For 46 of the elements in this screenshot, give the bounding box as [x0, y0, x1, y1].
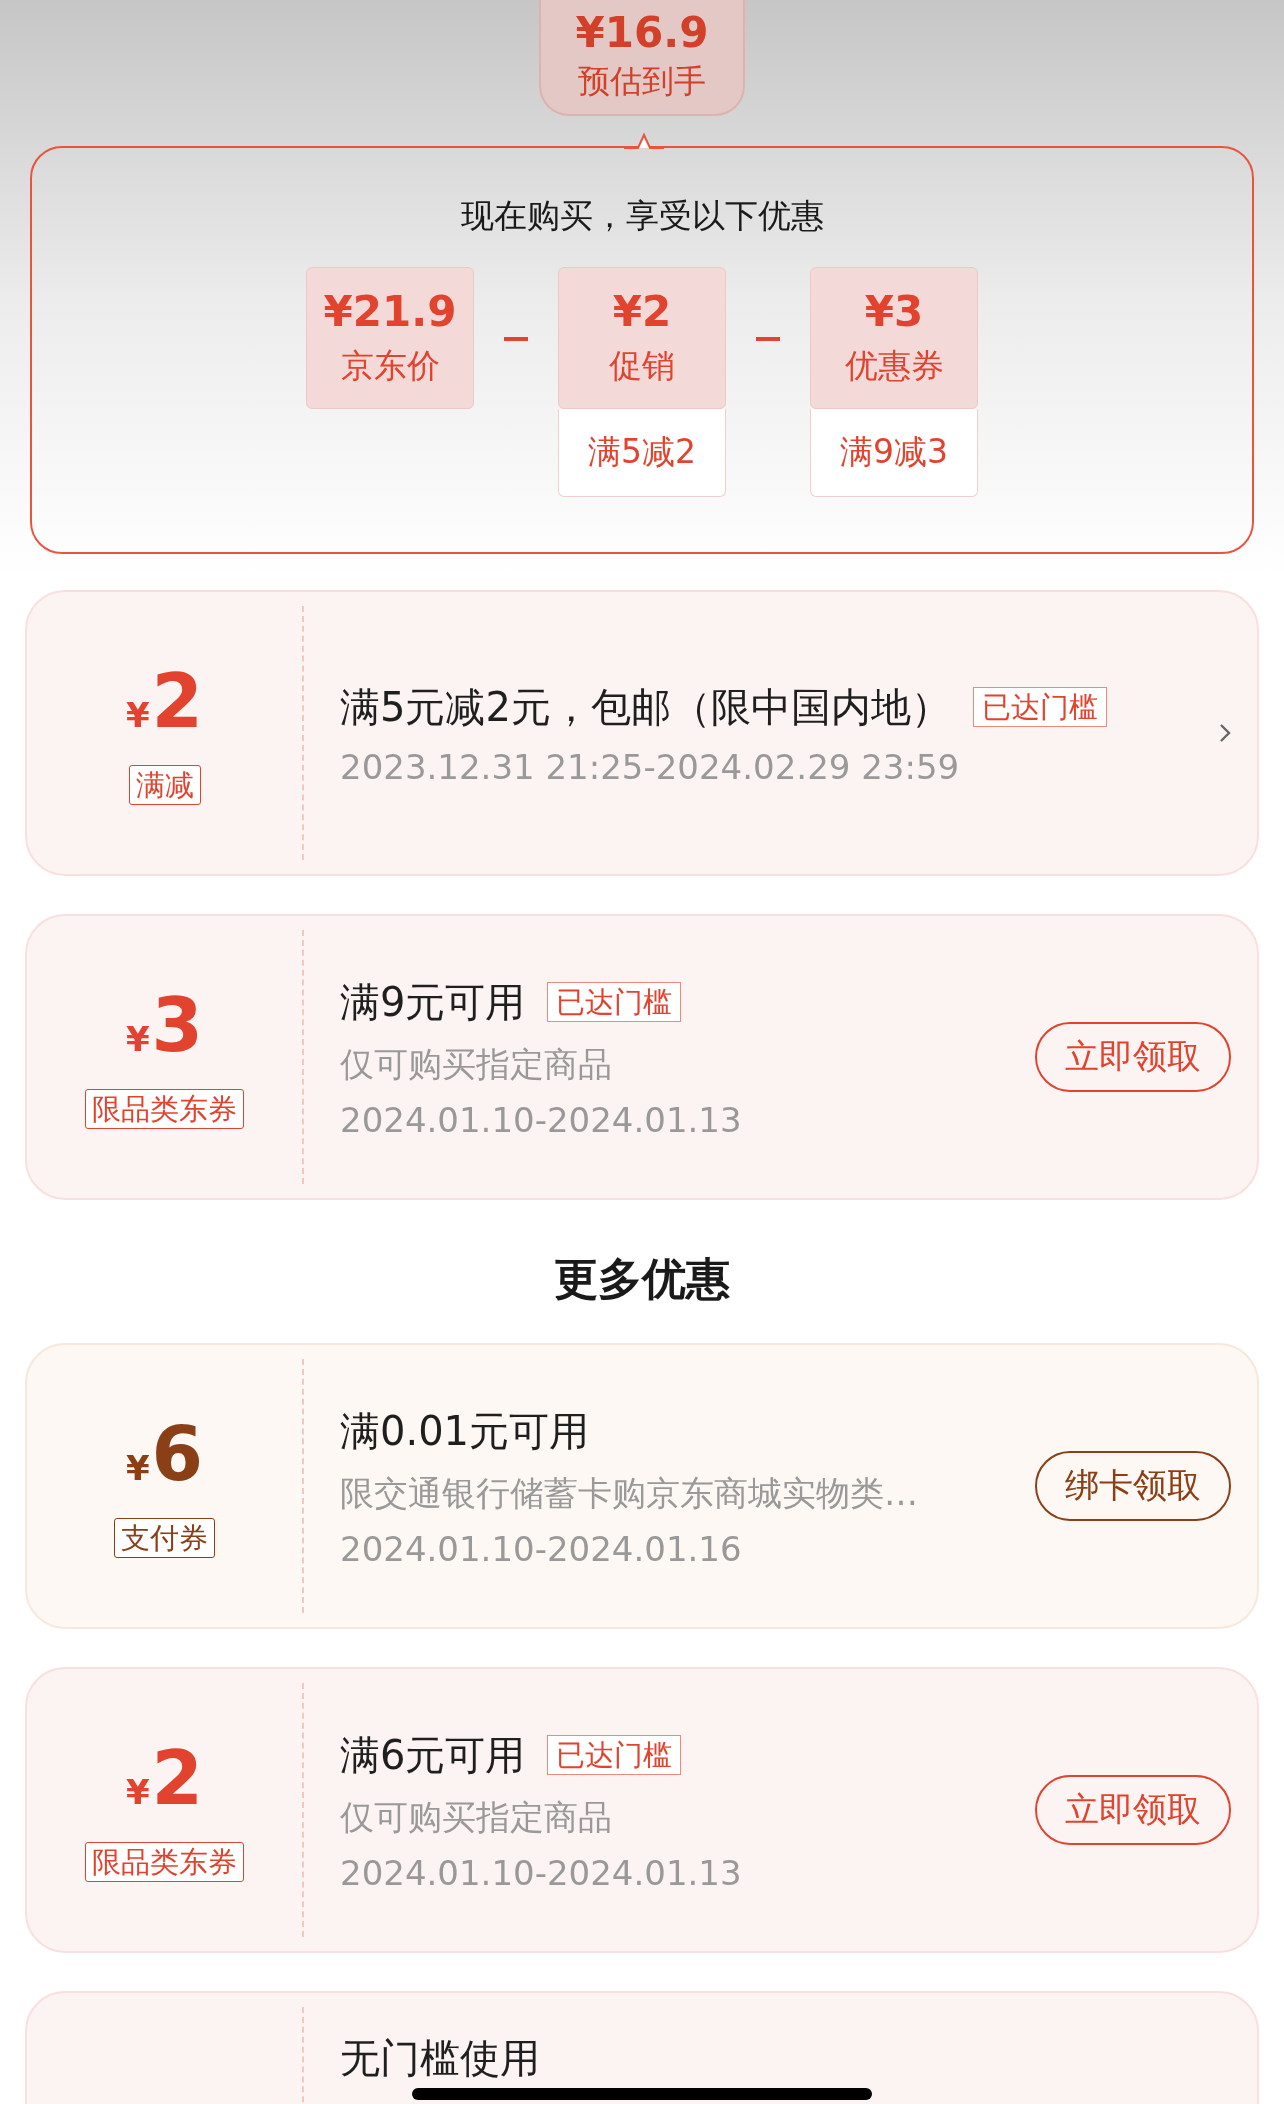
chip-label: 优惠券 [844, 345, 944, 387]
coupon-description: 限交通银行储蓄卡购京东商城实物类… [340, 1471, 919, 1515]
coupon-card[interactable]: 无门槛使用 [25, 1991, 1259, 2104]
chip-amount: ¥3 [864, 287, 924, 336]
coupon-card[interactable]: ¥6 支付券 满0.01元可用 限交通银行储蓄卡购京东商城实物类… 2024.01.10-2024.01.16 绑卡领取 [25, 1343, 1259, 1629]
coupon-type-tag: 限品类东券 [85, 1089, 244, 1129]
validity-period: 2024.01.10-2024.01.13 [340, 1099, 743, 1140]
coupon-card[interactable]: ¥3 限品类东券 满9元可用 已达门槛 仅可购买指定商品 2024.01.10-2024.01.13 立即领取 [25, 914, 1259, 1200]
coupon-type-tag: 满减 [128, 765, 201, 805]
threshold-badge: 已达门槛 [547, 982, 682, 1022]
coupon-amount: ¥6 [125, 1414, 204, 1499]
coupon-card[interactable]: ¥2 满减 满5元减2元，包邮（限中国内地） 已达门槛 2023.12.31 21:25-2024.02.29 23:59 [25, 590, 1259, 876]
chip-label: 京东价 [340, 345, 440, 387]
validity-period: 2024.01.10-2024.01.13 [340, 1852, 743, 1893]
threshold-badge: 已达门槛 [547, 1735, 682, 1775]
chevron-right-icon[interactable] [1219, 723, 1231, 743]
chip-label: 促销 [609, 345, 675, 387]
coupon-title: 满5元减2元，包邮（限中国内地） [340, 682, 951, 732]
minus-icon [756, 337, 780, 341]
coupon-card[interactable]: ¥2 限品类东券 满6元可用 已达门槛 仅可购买指定商品 2024.01.10-2024.01.13 立即领取 [25, 1667, 1259, 1953]
coupon-amount: ¥2 [125, 1738, 204, 1823]
validity-period: 2024.01.10-2024.01.16 [340, 1528, 743, 1569]
breakdown-title: 现在购买，享受以下优惠 [460, 195, 824, 237]
coupon-type-tag: 限品类东券 [85, 1842, 244, 1882]
chip-condition: 满9减3 [810, 409, 978, 497]
coupon-amount: ¥2 [125, 661, 204, 746]
coupon-title: 满9元可用 [340, 977, 526, 1027]
chip-amount: ¥2 [612, 287, 672, 336]
coupon-title: 无门槛使用 [340, 2034, 540, 2083]
estimated-price-label: 预估到手 [578, 61, 706, 101]
claim-button[interactable]: 立即领取 [1035, 1775, 1231, 1845]
minus-icon [504, 337, 528, 341]
coupon-description: 仅可购买指定商品 [340, 1795, 613, 1839]
estimated-price: ¥16.9 [575, 9, 709, 57]
coupon-title: 满6元可用 [340, 1730, 526, 1780]
section-heading: 更多优惠 [554, 1252, 730, 1306]
coupon-title: 满0.01元可用 [340, 1406, 590, 1456]
coupon-amount: ¥3 [125, 985, 204, 1070]
validity-period: 2023.12.31 21:25-2024.02.29 23:59 [340, 746, 961, 787]
threshold-badge: 已达门槛 [972, 687, 1107, 727]
chip-condition: 满5减2 [558, 409, 726, 497]
chip-amount: ¥21.9 [323, 287, 457, 336]
coupon-type-tag: 支付券 [114, 1518, 215, 1558]
claim-button[interactable]: 绑卡领取 [1035, 1451, 1231, 1521]
coupon-description: 仅可购买指定商品 [340, 1042, 613, 1086]
claim-button[interactable]: 立即领取 [1035, 1022, 1231, 1092]
